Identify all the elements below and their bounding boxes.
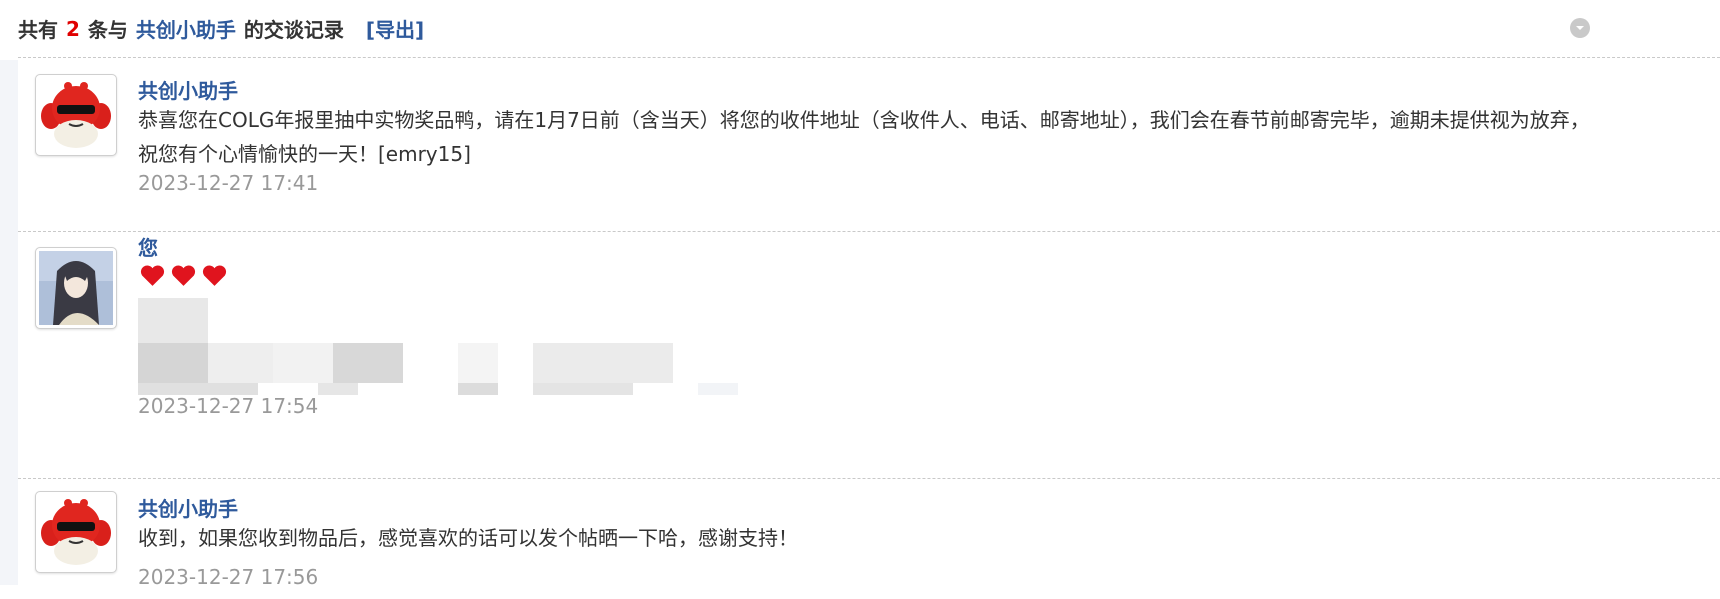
crab-mascot-avatar [39,495,113,569]
anime-girl-avatar [39,251,113,325]
message-item: 共创小助手 收到，如果您收到物品后，感觉喜欢的话可以发个帖晒一下哈，感谢支持！ … [18,479,1720,599]
message-item: 您 2023-12-27 17:54 [18,232,1720,479]
crab-mascot-avatar [39,78,113,152]
peer-name-link[interactable]: 共创小助手 [136,14,236,43]
message-count: 2 [66,16,80,41]
avatar-user[interactable] [35,247,117,329]
left-rail [0,60,18,585]
heart-icon [202,265,227,286]
message-time: 2023-12-27 17:54 [138,394,319,418]
message-author[interactable]: 共创小助手 [138,75,238,104]
header-middle: 条与 [87,18,128,42]
message-text: 收到，如果您收到物品后，感觉喜欢的话可以发个帖晒一下哈，感谢支持！ [138,526,798,550]
redacted-content [138,298,758,398]
message-item: 共创小助手 恭喜您在COLG年报里抽中实物奖品鸭，请在1月7日前（含当天）将您的… [18,59,1720,232]
collapse-button[interactable] [1570,18,1590,38]
export-link[interactable]: [导出] [366,14,424,43]
header-prefix: 共有 [18,18,58,42]
avatar-assistant[interactable] [35,74,117,156]
heart-icon [140,265,165,286]
message-text: 恭喜您在COLG年报里抽中实物奖品鸭，请在1月7日前（含当天）将您的收件地址（含… [138,108,1590,166]
message-author[interactable]: 共创小助手 [138,493,238,522]
heart-icon [171,265,196,286]
conversation-header: 共有 2 条与 共创小助手 的交谈记录 [导出] [18,0,1720,58]
avatar-assistant[interactable] [35,491,117,573]
chevron-down-icon [1576,26,1584,30]
message-time: 2023-12-27 17:56 [138,565,319,589]
header-suffix: 的交谈记录 [243,18,344,42]
message-time: 2023-12-27 17:41 [138,171,319,195]
hearts-emoji-row [140,264,227,287]
message-author[interactable]: 您 [138,232,158,261]
